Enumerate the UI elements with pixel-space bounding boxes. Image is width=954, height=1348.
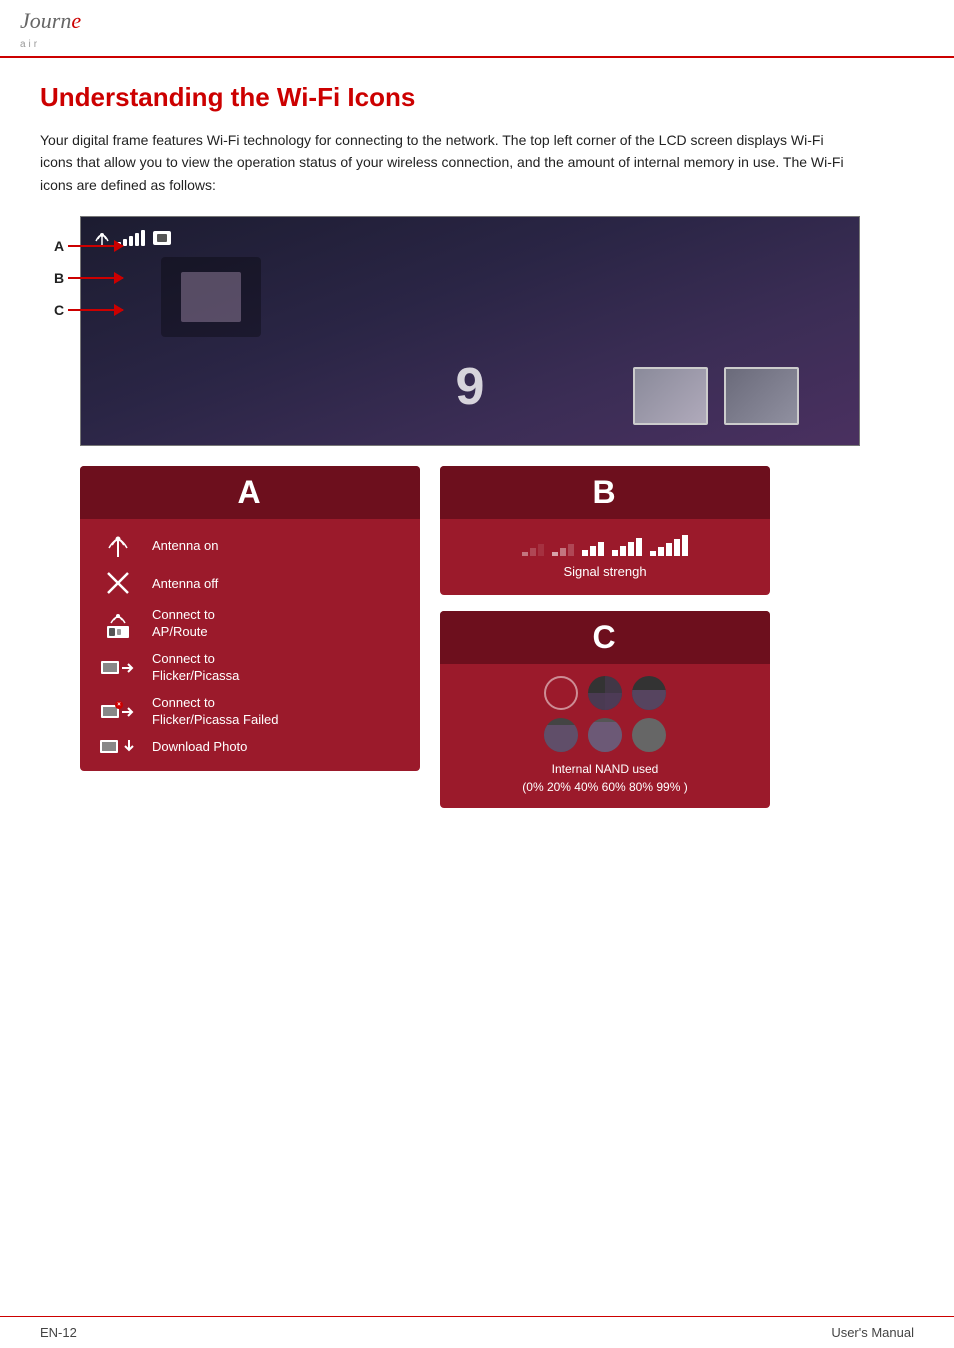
photo-thumb-2 (724, 367, 799, 425)
label-b-row: B (54, 270, 123, 286)
device-download-icon (100, 740, 118, 753)
screenshot-image: 9 (80, 216, 860, 446)
signal-level-3 (582, 542, 604, 556)
page-footer: EN-12 User's Manual (0, 1316, 954, 1348)
connect-ap-icon-cell (96, 611, 140, 638)
memory-dot-empty-1 (544, 676, 578, 710)
connect-ap-row: Connect toAP/Route (96, 607, 404, 641)
screenshot-wrapper: A B C (40, 216, 860, 446)
intro-paragraph: Your digital frame features Wi-Fi techno… (40, 129, 860, 196)
connect-failed-label: Connect toFlicker/Picassa Failed (152, 695, 278, 729)
arrow-icon (121, 661, 135, 675)
frame-display-1 (161, 257, 261, 337)
photo-thumbnails (633, 367, 799, 425)
footer-manual-label: User's Manual (831, 1325, 914, 1340)
memory-dots-container (544, 676, 666, 752)
signal-level-1 (522, 544, 544, 556)
box-c-header: C (440, 611, 770, 664)
arrow-a (68, 245, 123, 247)
signal-bars-display (522, 535, 688, 556)
connect-flicker-icon (101, 661, 135, 675)
memory-dots-row2 (544, 718, 666, 752)
download-arrow-icon (121, 739, 137, 755)
label-c: C (54, 302, 64, 318)
arrow-b (68, 277, 123, 279)
box-a: A Antenna on (80, 466, 420, 770)
box-a-title: A (237, 474, 262, 510)
label-column: A B C (54, 238, 123, 334)
right-column: B (440, 466, 770, 808)
memory-dot-half (632, 676, 666, 710)
box-b-body: Signal strengh (440, 519, 770, 595)
box-c: C (440, 611, 770, 808)
download-photo-row: Download Photo (96, 739, 404, 755)
signal-level-4 (612, 538, 642, 556)
label-a: A (54, 238, 64, 254)
connect-flicker-row: Connect toFlicker/Picassa (96, 651, 404, 685)
label-b: B (54, 270, 64, 286)
box-b-header: B (440, 466, 770, 519)
memory-dot-quarter (588, 676, 622, 710)
antenna-on-label: Antenna on (152, 538, 219, 553)
antenna-off-icon-cell (96, 569, 140, 597)
number-display: 9 (456, 357, 485, 417)
memory-label: Internal NAND used(0% 20% 40% 60% 80% 99… (522, 760, 687, 796)
page-header: Journe air (0, 0, 954, 58)
box-b: B (440, 466, 770, 595)
page-title: Understanding the Wi-Fi Icons (40, 82, 914, 113)
label-a-row: A (54, 238, 123, 254)
logo-subtext: air (20, 39, 40, 50)
device-failed-icon: × (101, 705, 119, 718)
box-a-body: Antenna on Antenna off (80, 519, 420, 770)
logo: Journe air (20, 8, 81, 50)
memory-dot-full (632, 718, 666, 752)
download-icon (100, 739, 137, 755)
memory-dot-almostfull (588, 718, 622, 752)
box-c-body: Internal NAND used(0% 20% 40% 60% 80% 99… (440, 664, 770, 808)
memory-dot-threequarter (544, 718, 578, 752)
connect-ap-label: Connect toAP/Route (152, 607, 215, 641)
signal-level-5 (650, 535, 688, 556)
connect-failed-icon-cell: × (96, 705, 140, 719)
arrow-failed-icon (121, 705, 135, 719)
arrow-c (68, 309, 123, 311)
connect-flicker-label: Connect toFlicker/Picassa (152, 651, 239, 685)
main-content: Understanding the Wi-Fi Icons Your digit… (0, 58, 954, 848)
memory-dot-icon (153, 231, 171, 245)
connect-flicker-icon-cell (96, 661, 140, 675)
antenna-off-row: Antenna off (96, 569, 404, 597)
device-icon (101, 661, 119, 674)
box-c-title: C (592, 619, 617, 655)
signal-level-2 (552, 544, 574, 556)
info-boxes-container: A Antenna on (80, 466, 914, 808)
photo-thumb-1 (633, 367, 708, 425)
download-photo-label: Download Photo (152, 739, 247, 754)
download-icon-cell (96, 739, 140, 755)
connect-ap-wifi-icon (107, 611, 129, 625)
antenna-off-icon (104, 569, 132, 597)
logo-text: Journe (20, 8, 81, 33)
footer-page-number: EN-12 (40, 1325, 77, 1340)
antenna-on-row: Antenna on (96, 531, 404, 559)
antenna-off-label: Antenna off (152, 576, 218, 591)
ap-device-icon (107, 626, 129, 638)
connect-failed-icon: × (101, 705, 135, 719)
label-c-row: C (54, 302, 123, 318)
box-b-title: B (592, 474, 617, 510)
box-a-header: A (80, 466, 420, 519)
memory-dots-row1 (544, 676, 666, 710)
antenna-on-icon (104, 531, 132, 559)
signal-strength-label: Signal strengh (563, 564, 646, 579)
antenna-on-icon-cell (96, 531, 140, 559)
connect-failed-row: × Connect toFlicker/Picassa Failed (96, 695, 404, 729)
